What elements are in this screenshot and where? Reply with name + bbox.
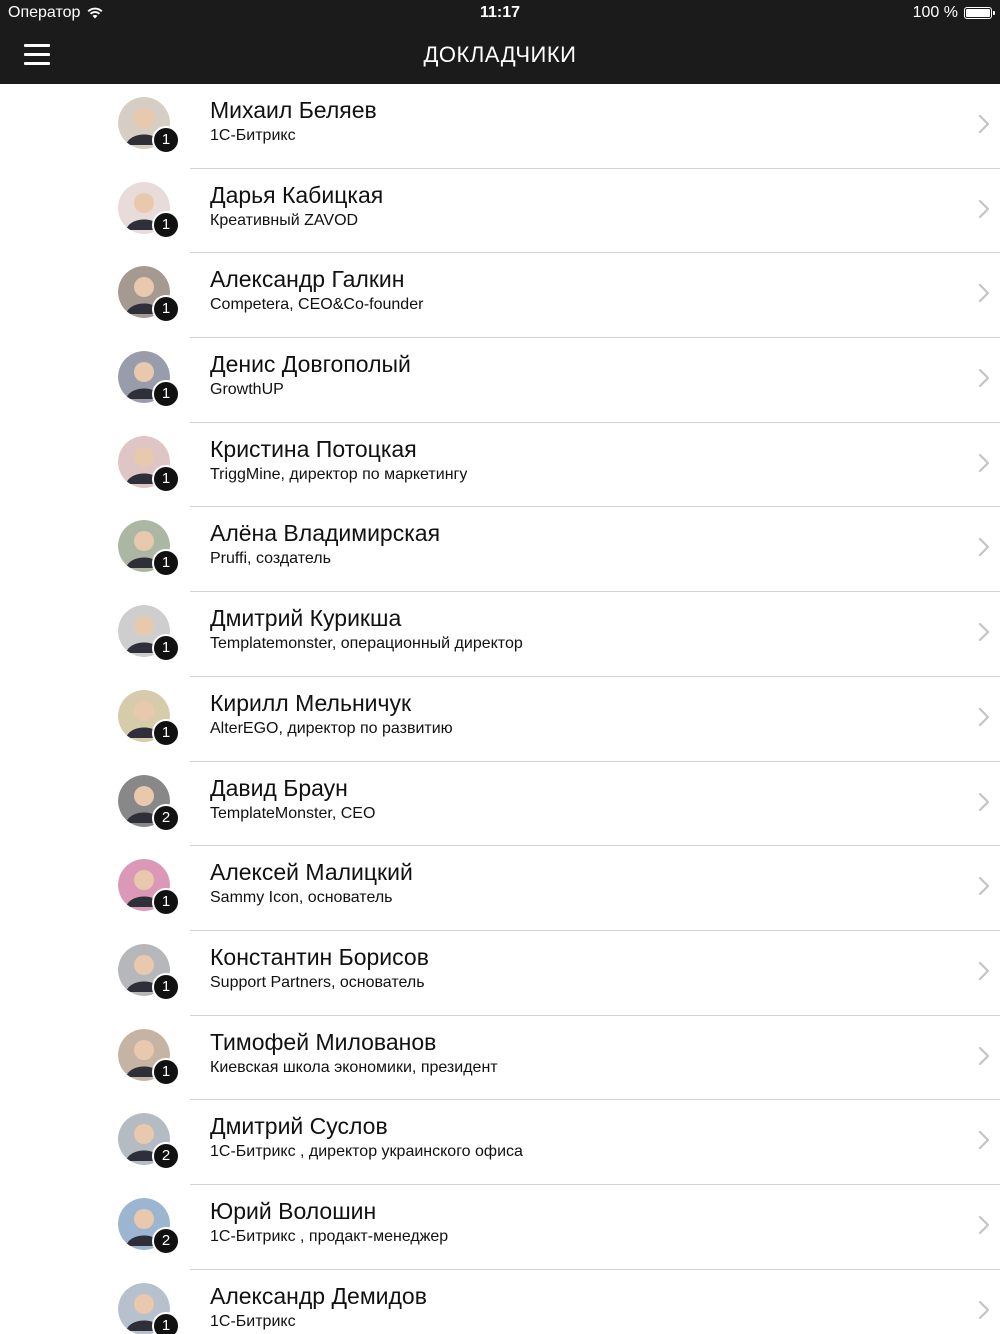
- speaker-row[interactable]: 1 Тимофей Милованов Киевская школа экономи…: [0, 1016, 1000, 1101]
- navigation-bar: ДОКЛАДЧИКИ: [0, 28, 1000, 84]
- count-badge: 2: [152, 803, 180, 832]
- speaker-name: Тимофей Милованов: [210, 1028, 437, 1055]
- avatar: 1: [118, 97, 180, 154]
- speaker-name: Константин Борисов: [210, 943, 429, 970]
- chevron-right-icon: [978, 1215, 990, 1235]
- battery-indicator: 100 %: [912, 4, 995, 22]
- speaker-name: Дмитрий Курикша: [210, 605, 402, 632]
- speaker-list: 1 Михаил Беляев 1С-Битрикс 1 Дарья Кабицкая К…: [0, 84, 1000, 1334]
- speaker-company: Киевская школа экономики, президент: [210, 1058, 498, 1076]
- speaker-company: TemplateMonster, CEO: [210, 804, 376, 822]
- speaker-company: GrowthUP: [210, 381, 284, 399]
- chevron-right-icon: [978, 453, 990, 472]
- count-badge: 1: [152, 380, 180, 409]
- avatar: 2: [118, 774, 180, 832]
- battery-label: 100 %: [912, 4, 958, 21]
- speaker-name: Алёна Владимирская: [210, 520, 441, 547]
- speaker-name: Денис Довгополый: [210, 351, 411, 378]
- speaker-name: Дмитрий Суслов: [210, 1113, 388, 1140]
- speaker-company: AlterEGO, директор по развитию: [210, 719, 453, 737]
- speaker-name: Юрий Волошин: [210, 1197, 377, 1224]
- speaker-company: 1С-Битрикс: [210, 127, 296, 144]
- speaker-name: Михаил Беляев: [210, 97, 377, 123]
- speaker-company: Sammy Icon, основатель: [210, 889, 393, 907]
- speaker-row[interactable]: 1 Алексей Малицкий Sammy Icon, основатель: [0, 846, 1000, 931]
- count-badge: 1: [152, 634, 180, 663]
- avatar: 1: [118, 689, 180, 747]
- chevron-right-icon: [978, 1300, 990, 1319]
- count-badge: 1: [152, 1057, 180, 1086]
- avatar: 1: [118, 351, 180, 409]
- chevron-right-icon: [978, 368, 990, 388]
- avatar: 1: [118, 520, 180, 578]
- speaker-row[interactable]: 2 Давид Браун TemplateMonster, CEO: [0, 762, 1000, 847]
- speaker-row[interactable]: 1 Александр Галкин Competera, CEO&Co-found…: [0, 253, 1000, 338]
- avatar: 1: [118, 181, 180, 239]
- status-time: 11:17: [479, 4, 521, 21]
- count-badge: 1: [152, 126, 180, 154]
- page-title: ДОКЛАДЧИКИ: [423, 42, 577, 67]
- speaker-name: Давид Браун: [210, 774, 348, 801]
- speaker-row[interactable]: 1 Константин Борисов Support Partners, осн…: [0, 931, 1000, 1016]
- speaker-company: TriggMine, директор по маркетингу: [210, 465, 468, 483]
- speaker-company: Competera, CEO&Co-founder: [210, 296, 424, 314]
- avatar: 1: [118, 859, 180, 917]
- speaker-row[interactable]: 2 Дмитрий Суслов 1С-Битрикс , директор укр…: [0, 1100, 1000, 1185]
- count-badge: 2: [152, 1226, 180, 1255]
- count-badge: 1: [152, 210, 180, 239]
- chevron-right-icon: [978, 961, 990, 980]
- chevron-right-icon: [978, 1046, 990, 1065]
- speaker-row[interactable]: 2 Юрий Волошин 1С-Битрикс , продакт-менедж…: [0, 1185, 1000, 1270]
- speaker-company: 1С-Битрикс: [210, 1312, 296, 1330]
- chevron-right-icon: [978, 792, 990, 811]
- speaker-name: Александр Демидов: [210, 1282, 427, 1309]
- chevron-right-icon: [978, 284, 990, 303]
- speaker-row[interactable]: 1 Кирилл Мельничук AlterEGO, директор по р…: [0, 677, 1000, 762]
- chevron-right-icon: [978, 199, 990, 218]
- speaker-row[interactable]: 1 Александр Демидов 1С-Битрикс: [0, 1270, 1000, 1334]
- speaker-row[interactable]: 1 Дарья Кабицкая Креативный ZAVOD: [0, 169, 1000, 254]
- speaker-name: Алексей Малицкий: [210, 859, 413, 886]
- avatar: 1: [118, 943, 180, 1001]
- count-badge: 1: [152, 972, 180, 1001]
- speaker-row[interactable]: 1 Кристина Потоцкая TriggMine, директор по…: [0, 423, 1000, 508]
- chevron-right-icon: [978, 538, 990, 557]
- avatar: 1: [118, 1028, 180, 1086]
- status-bar: Оператор 11:17 100 %: [0, 0, 1000, 28]
- avatar: 2: [118, 1113, 180, 1171]
- chevron-right-icon: [978, 1131, 990, 1150]
- chevron-right-icon: [978, 623, 990, 642]
- speaker-name: Кирилл Мельничук: [210, 689, 412, 716]
- speaker-name: Дарья Кабицкая: [210, 181, 384, 208]
- speaker-company: 1С-Битрикс , продакт-менеджер: [210, 1227, 449, 1245]
- chevron-right-icon: [978, 707, 990, 726]
- speaker-name: Кристина Потоцкая: [210, 435, 417, 462]
- speaker-name: Александр Галкин: [210, 266, 405, 293]
- speaker-company: Креативный ZAVOD: [210, 211, 359, 229]
- count-badge: 1: [152, 888, 180, 917]
- speaker-company: Templatemonster, операционный директор: [210, 635, 523, 653]
- avatar: 1: [118, 605, 180, 663]
- speaker-company: Pruffi, создатель: [210, 550, 331, 568]
- avatar: 1: [118, 266, 180, 324]
- count-badge: 1: [152, 718, 180, 747]
- battery-icon: [964, 7, 995, 19]
- avatar: 1: [118, 435, 180, 493]
- count-badge: 1: [152, 464, 180, 493]
- chevron-right-icon: [978, 877, 990, 896]
- speaker-row[interactable]: 1 Денис Довгополый GrowthUP: [0, 338, 1000, 423]
- avatar: 2: [118, 1197, 180, 1255]
- speaker-row[interactable]: 1 Михаил Беляев 1С-Битрикс: [0, 84, 1000, 169]
- avatar: 1: [118, 1282, 180, 1334]
- count-badge: 1: [152, 549, 180, 578]
- count-badge: 1: [152, 1311, 180, 1334]
- speaker-company: 1С-Битрикс , директор украинского офиса: [210, 1143, 523, 1161]
- speaker-row[interactable]: 1 Алёна Владимирская Pruffi, создатель: [0, 507, 1000, 592]
- speaker-company: Support Partners, основатель: [210, 973, 425, 991]
- count-badge: 2: [152, 1142, 180, 1171]
- speaker-row[interactable]: 1 Дмитрий Курикша Templatemonster, операци…: [0, 592, 1000, 677]
- count-badge: 1: [152, 295, 180, 324]
- chevron-right-icon: [978, 114, 990, 134]
